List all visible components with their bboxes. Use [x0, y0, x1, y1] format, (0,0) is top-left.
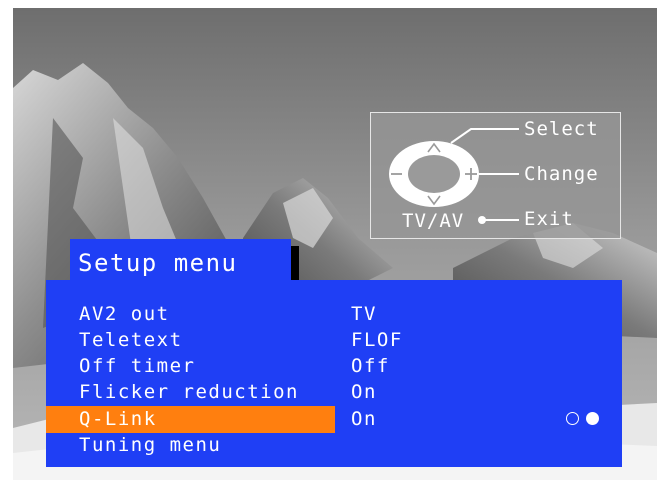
menu-item-value: Off — [351, 355, 390, 377]
menu-item-off-timer[interactable]: Off timer Off — [46, 353, 622, 379]
page-indicator — [566, 410, 610, 428]
tvav-label: TV/AV — [402, 210, 465, 232]
menu-item-value: On — [351, 408, 377, 430]
menu-item-flicker-reduction[interactable]: Flicker reduction On — [46, 379, 622, 405]
remote-help-overlay: Select Change Exit TV/AV — [370, 112, 621, 239]
menu-item-label: Off timer — [79, 355, 196, 377]
menu-item-label: AV2 out — [79, 303, 170, 325]
menu-item-value: FLOF — [351, 329, 403, 351]
menu-item-q-link[interactable]: Q-Link On — [46, 406, 622, 433]
exit-label: Exit — [524, 208, 574, 230]
menu-item-tuning-menu[interactable]: Tuning menu — [46, 432, 622, 458]
menu-item-value: On — [351, 381, 377, 403]
menu-item-label: Teletext — [79, 329, 183, 351]
setup-menu-panel: AV2 out TV Teletext FLOF Off timer Off F… — [46, 280, 622, 467]
tv-screen: Select Change Exit TV/AV Setup menu AV2 … — [13, 8, 657, 480]
menu-item-teletext[interactable]: Teletext FLOF — [46, 327, 622, 353]
menu-title: Setup menu — [70, 239, 291, 283]
menu-item-av2-out[interactable]: AV2 out TV — [46, 301, 622, 327]
select-label: Select — [524, 118, 599, 140]
menu-item-label: Tuning menu — [79, 434, 222, 456]
menu-item-label: Q-Link — [79, 408, 157, 430]
hollow-circle-icon — [566, 412, 579, 425]
filled-circle-icon — [586, 412, 599, 425]
menu-item-value: TV — [351, 303, 377, 325]
change-label: Change — [524, 163, 599, 185]
menu-item-label: Flicker reduction — [79, 381, 299, 403]
